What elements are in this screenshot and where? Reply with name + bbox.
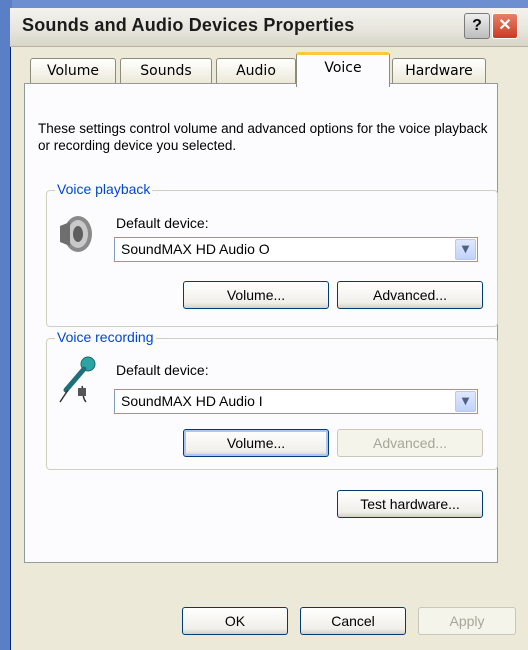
recording-advanced-button: Advanced... (337, 429, 483, 457)
playback-device-select[interactable]: SoundMAX HD Audio O ▼ (114, 237, 478, 262)
playback-volume-button[interactable]: Volume... (183, 281, 329, 309)
close-icon: ✕ (498, 17, 512, 34)
tab-hardware[interactable]: Hardware (392, 58, 486, 83)
voice-playback-label: Voice playback (55, 181, 153, 197)
tab-voice[interactable]: Voice (296, 52, 390, 87)
recording-device-select[interactable]: SoundMAX HD Audio I ▼ (114, 389, 478, 414)
voice-description: These settings control volume and advanc… (38, 121, 488, 153)
apply-button: Apply (418, 607, 516, 635)
cancel-button[interactable]: Cancel (300, 607, 406, 635)
recording-default-device-label: Default device: (116, 362, 209, 378)
recording-volume-button[interactable]: Volume... (183, 429, 329, 457)
chevron-down-icon[interactable]: ▼ (455, 391, 476, 412)
tab-audio[interactable]: Audio (216, 58, 296, 83)
test-hardware-button[interactable]: Test hardware... (337, 490, 483, 518)
window-title: Sounds and Audio Devices Properties (22, 15, 355, 35)
tab-volume[interactable]: Volume (30, 58, 116, 83)
playback-device-value: SoundMAX HD Audio O (121, 241, 270, 257)
chevron-down-icon[interactable]: ▼ (455, 239, 476, 260)
voice-recording-label: Voice recording (55, 329, 156, 345)
microphone-icon (59, 356, 96, 403)
playback-default-device-label: Default device: (116, 215, 209, 231)
title-bar[interactable]: Sounds and Audio Devices Properties ? ✕ (10, 8, 528, 47)
tab-sounds[interactable]: Sounds (120, 58, 212, 83)
speaker-icon (60, 216, 92, 252)
playback-advanced-button[interactable]: Advanced... (337, 281, 483, 309)
help-button[interactable]: ? (464, 13, 490, 39)
recording-device-value: SoundMAX HD Audio I (121, 393, 263, 409)
ok-button[interactable]: OK (182, 607, 288, 635)
close-button[interactable]: ✕ (492, 13, 518, 39)
